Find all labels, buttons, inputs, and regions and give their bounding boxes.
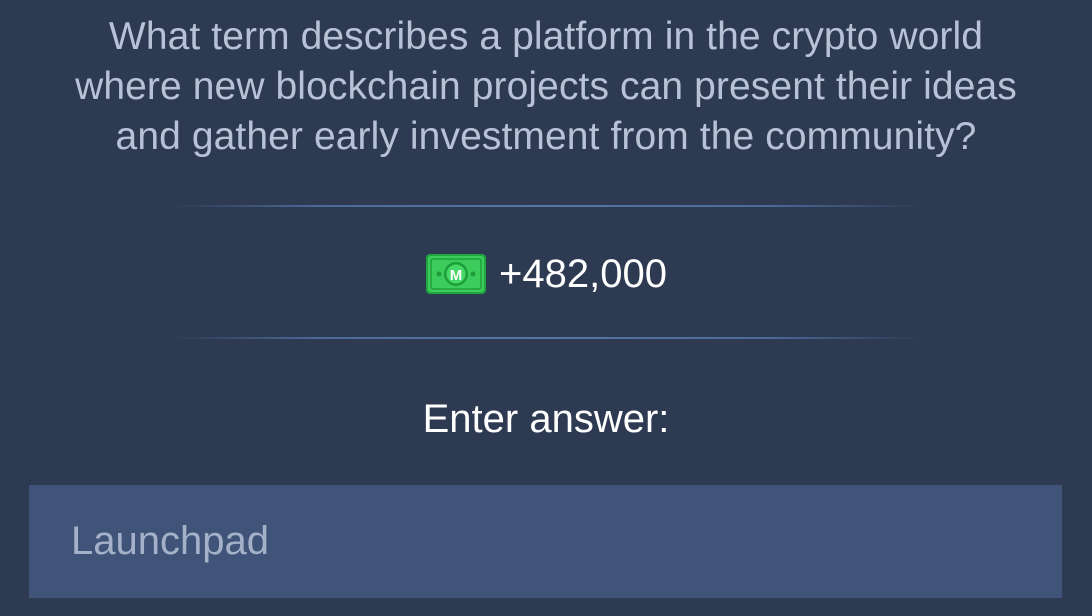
- answer-prompt: Enter answer:: [422, 397, 670, 441]
- bottom-divider: [170, 337, 922, 339]
- money-bill-letter: M: [450, 267, 463, 284]
- top-divider: [170, 205, 922, 207]
- quiz-screen: What term describes a platform in the cr…: [0, 0, 1092, 616]
- money-bill-icon: M: [425, 253, 487, 295]
- answer-input-value: Launchpad: [71, 519, 269, 563]
- reward-amount: +482,000: [499, 252, 667, 296]
- reward-row: M +482,000: [0, 248, 1092, 300]
- question-text: What term describes a platform in the cr…: [20, 12, 1072, 162]
- question-line-2: where new blockchain projects can presen…: [75, 65, 1017, 108]
- question-line-1: What term describes a platform in the cr…: [108, 15, 984, 58]
- question-line-3: and gather early investment from the com…: [115, 115, 977, 158]
- answer-input[interactable]: Launchpad: [29, 485, 1062, 598]
